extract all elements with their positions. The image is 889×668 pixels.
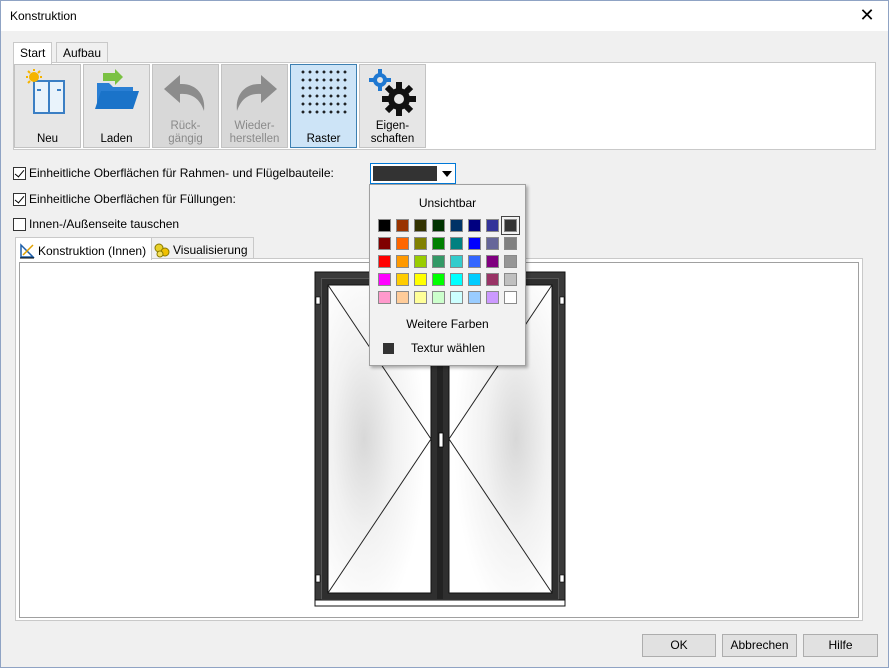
color-swatch[interactable] <box>378 291 391 304</box>
drafting-icon <box>20 242 35 258</box>
color-swatch[interactable] <box>432 237 445 250</box>
color-dropdown: Unsichtbar Weitere Farben Textur wählen <box>369 184 526 366</box>
load-label: Laden <box>100 133 133 145</box>
tab-visualization-label: Visualisierung <box>173 243 248 257</box>
help-button[interactable]: Hilfe <box>803 634 878 657</box>
color-swatch[interactable] <box>432 255 445 268</box>
grid-icon <box>301 70 347 114</box>
color-swatch[interactable] <box>468 237 481 250</box>
color-swatch[interactable] <box>432 291 445 304</box>
color-swatch[interactable] <box>414 291 427 304</box>
uniform-frame-option[interactable]: Einheitliche Oberflächen für Rahmen- und… <box>13 165 334 181</box>
title-bar: Konstruktion ✕ <box>1 1 888 31</box>
uniform-frame-checkbox[interactable] <box>13 166 26 180</box>
color-swatch[interactable] <box>486 219 499 232</box>
color-swatch[interactable] <box>378 237 391 250</box>
color-swatch[interactable] <box>450 237 463 250</box>
color-swatch[interactable] <box>468 219 481 232</box>
close-icon[interactable]: ✕ <box>856 5 878 27</box>
visualization-icon <box>154 243 170 258</box>
color-swatch[interactable] <box>432 273 445 286</box>
new-window-icon <box>26 69 65 114</box>
tab-visualization[interactable]: Visualisierung <box>150 237 254 259</box>
color-swatch[interactable] <box>450 255 463 268</box>
selected-color-swatch <box>373 166 437 181</box>
color-swatch[interactable] <box>501 216 520 235</box>
undo-label: Rück- gängig <box>168 120 203 145</box>
color-swatch[interactable] <box>468 255 481 268</box>
tab-construction-label: Konstruktion (Innen) <box>38 243 147 258</box>
uniform-fill-checkbox[interactable] <box>13 192 26 206</box>
uniform-frame-label: Einheitliche Oberflächen für Rahmen- und… <box>29 166 334 180</box>
swap-sides-label: Innen-/Außenseite tauschen <box>29 217 180 231</box>
color-swatch[interactable] <box>378 273 391 286</box>
texture-option[interactable]: Textur wählen <box>383 341 485 355</box>
grid-button[interactable]: Raster <box>290 64 357 148</box>
color-swatch[interactable] <box>504 273 517 286</box>
color-swatch[interactable] <box>504 237 517 250</box>
construction-dialog: Konstruktion ✕ Start Aufbau Neu Laden Rü… <box>0 0 889 668</box>
chevron-down-icon[interactable] <box>442 171 452 177</box>
load-button[interactable]: Laden <box>83 64 150 148</box>
uniform-fill-option[interactable]: Einheitliche Oberflächen für Füllungen: <box>13 191 236 207</box>
more-colors-option[interactable]: Weitere Farben <box>370 317 525 331</box>
new-label: Neu <box>36 133 59 145</box>
color-swatch[interactable] <box>396 255 409 268</box>
color-swatch[interactable] <box>414 255 427 268</box>
tab-construction-inner[interactable]: Konstruktion (Innen) <box>15 237 153 260</box>
color-swatch[interactable] <box>396 237 409 250</box>
redo-icon <box>236 75 277 111</box>
color-swatch[interactable] <box>486 273 499 286</box>
color-swatch[interactable] <box>396 219 409 232</box>
swap-sides-option[interactable]: Innen-/Außenseite tauschen <box>13 216 179 232</box>
gears-icon <box>369 69 416 116</box>
redo-button[interactable]: Wieder- herstellen <box>221 64 288 148</box>
color-swatch[interactable] <box>450 219 463 232</box>
color-swatch[interactable] <box>450 273 463 286</box>
color-swatch[interactable] <box>486 255 499 268</box>
color-swatch[interactable] <box>486 237 499 250</box>
texture-swatch <box>383 342 394 354</box>
uniform-fill-label: Einheitliche Oberflächen für Füllungen: <box>29 192 236 206</box>
undo-icon <box>164 75 205 111</box>
color-swatch[interactable] <box>468 291 481 304</box>
color-swatch[interactable] <box>486 291 499 304</box>
swap-sides-checkbox[interactable] <box>13 217 26 231</box>
color-swatch[interactable] <box>468 273 481 286</box>
color-swatch[interactable] <box>396 291 409 304</box>
color-swatch[interactable] <box>432 219 445 232</box>
texture-label: Textur wählen <box>411 341 486 355</box>
color-swatch[interactable] <box>450 291 463 304</box>
folder-open-icon <box>95 69 139 109</box>
grid-label: Raster <box>306 133 341 145</box>
color-swatch[interactable] <box>414 219 427 232</box>
frame-color-select[interactable] <box>370 163 456 184</box>
cancel-button[interactable]: Abbrechen <box>722 634 797 657</box>
color-swatch[interactable] <box>504 291 517 304</box>
ok-button[interactable]: OK <box>642 634 716 657</box>
color-swatch[interactable] <box>414 273 427 286</box>
color-swatch[interactable] <box>378 255 391 268</box>
window-title: Konstruktion <box>10 9 77 23</box>
color-swatch[interactable] <box>414 237 427 250</box>
ribbon-toolbar: Neu Laden Rück- gängig Wieder- herstelle… <box>13 62 876 150</box>
invisible-option[interactable]: Unsichtbar <box>370 196 525 210</box>
tab-aufbau[interactable]: Aufbau <box>56 42 109 63</box>
color-swatch[interactable] <box>396 273 409 286</box>
color-swatch[interactable] <box>378 219 391 232</box>
new-button[interactable]: Neu <box>14 64 81 148</box>
properties-button[interactable]: Eigen- schaften <box>359 64 426 148</box>
tab-start[interactable]: Start <box>13 42 53 64</box>
undo-button[interactable]: Rück- gängig <box>152 64 219 148</box>
properties-label: Eigen- schaften <box>370 120 415 145</box>
color-swatch[interactable] <box>504 255 517 268</box>
redo-label: Wieder- herstellen <box>229 120 280 145</box>
